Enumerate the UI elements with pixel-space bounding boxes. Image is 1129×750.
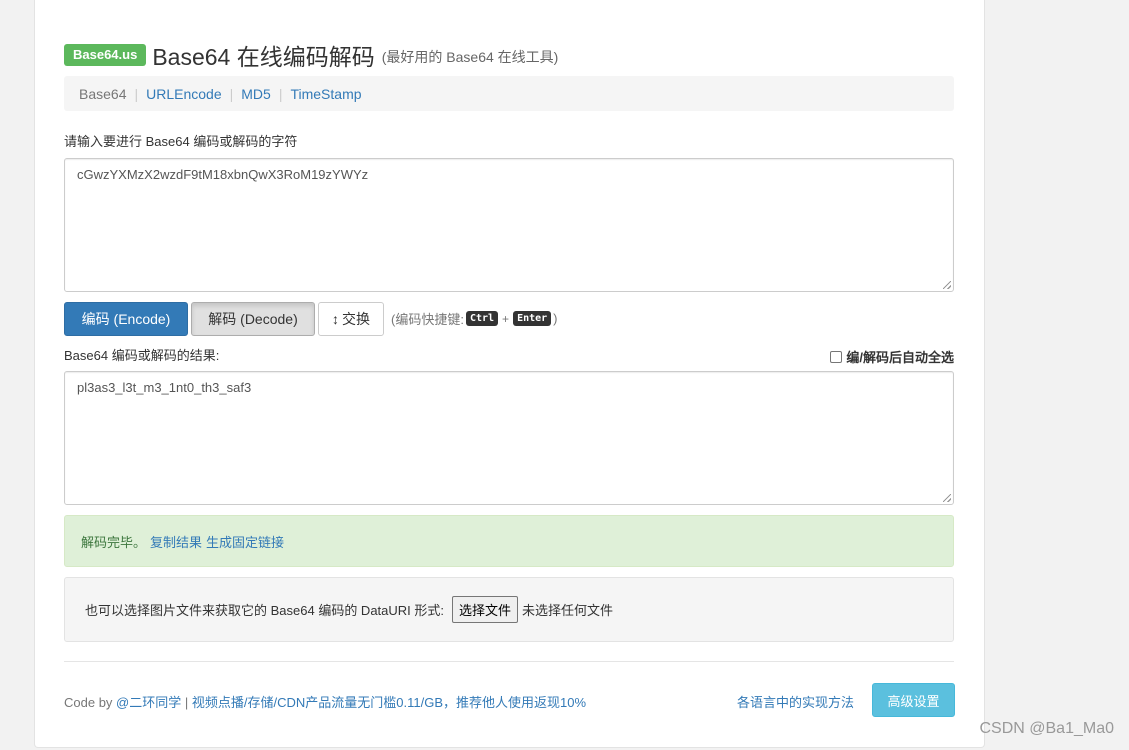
output-text: pl3as3_l3t_m3_1nt0_th3_saf3 [77,380,252,395]
decode-button[interactable]: 解码 (Decode) [191,302,315,336]
autoselect-option[interactable]: 编/解码后自动全选 [830,347,954,366]
nav-item-base64: Base64 [79,85,127,102]
shortcut-suffix: ) [553,311,558,326]
site-badge[interactable]: Base64.us [64,44,147,66]
resize-grip-icon[interactable] [943,281,951,289]
nav-separator: | [134,85,139,102]
nav-item-timestamp[interactable]: TimeStamp [290,86,361,102]
input-textarea[interactable]: cGwzYXMzX2wzdF9tM18xbnQwX3RoM19zYWYz [64,158,954,292]
resize-grip-icon[interactable] [943,494,951,502]
swap-arrows-icon: ↕ [332,311,339,327]
output-label: Base64 编码或解码的结果: [64,348,220,363]
enter-key: Enter [513,311,552,326]
advanced-settings-button[interactable]: 高级设置 [872,683,955,717]
swap-button[interactable]: ↕ 交换 [318,302,384,336]
shortcut-hint: (编码快捷键: Ctrl + Enter ) [391,309,558,328]
promo-link[interactable]: 视频点播/存储/CDN产品流量无门槛0.11/GB，推荐他人使用返现10% [192,695,586,710]
encode-button[interactable]: 编码 (Encode) [64,302,188,336]
permalink-link[interactable]: 生成固定链接 [206,532,284,551]
nav-item-md5[interactable]: MD5 [241,86,271,102]
file-upload-panel: 也可以选择图片文件来获取它的 Base64 编码的 DataURI 形式: 选择… [64,577,954,642]
main-card: Base64.us Base64 在线编码解码 (最好用的 Base64 在线工… [34,0,985,748]
status-message: 解码完毕。 [81,534,147,550]
footer-credits: Code by @二环同学 | 视频点播/存储/CDN产品流量无门槛0.11/G… [64,692,586,711]
nav-item-urlencode[interactable]: URLEncode [146,86,222,102]
author-link[interactable]: @二环同学 [116,695,181,710]
ctrl-key: Ctrl [465,311,499,326]
file-status: 未选择任何文件 [522,603,614,618]
choose-file-button[interactable]: 选择文件 [452,596,519,623]
implementation-link[interactable]: 各语言中的实现方法 [737,692,854,711]
footer-divider [64,661,954,662]
output-textarea[interactable]: pl3as3_l3t_m3_1nt0_th3_saf3 [64,371,954,505]
footer-separator: | [184,695,189,710]
watermark: CSDN @Ba1_Ma0 [979,720,1114,737]
tool-nav: Base64 | URLEncode | MD5 | TimeStamp [64,76,954,111]
file-upload-label: 也可以选择图片文件来获取它的 Base64 编码的 DataURI 形式: [85,603,444,618]
swap-button-label: 交换 [342,311,370,327]
page-subtitle: (最好用的 Base64 在线工具) [381,49,559,65]
autoselect-label[interactable]: 编/解码后自动全选 [846,347,954,366]
copy-result-link[interactable]: 复制结果 [150,532,202,551]
status-alert: 解码完毕。 复制结果 生成固定链接 [64,515,954,567]
nav-separator: | [278,85,283,102]
shortcut-prefix: (编码快捷键: [391,312,464,327]
input-text: cGwzYXMzX2wzdF9tM18xbnQwX3RoM19zYWYz [77,167,369,182]
code-by-label: Code by [64,695,113,710]
nav-separator: | [229,85,234,102]
shortcut-plus: + [502,311,510,326]
input-label: 请输入要进行 Base64 编码或解码的字符 [64,134,298,149]
page-title: Base64 在线编码解码 [152,44,375,70]
autoselect-checkbox[interactable] [830,350,843,363]
page-header: Base64.us Base64 在线编码解码 (最好用的 Base64 在线工… [64,38,558,72]
